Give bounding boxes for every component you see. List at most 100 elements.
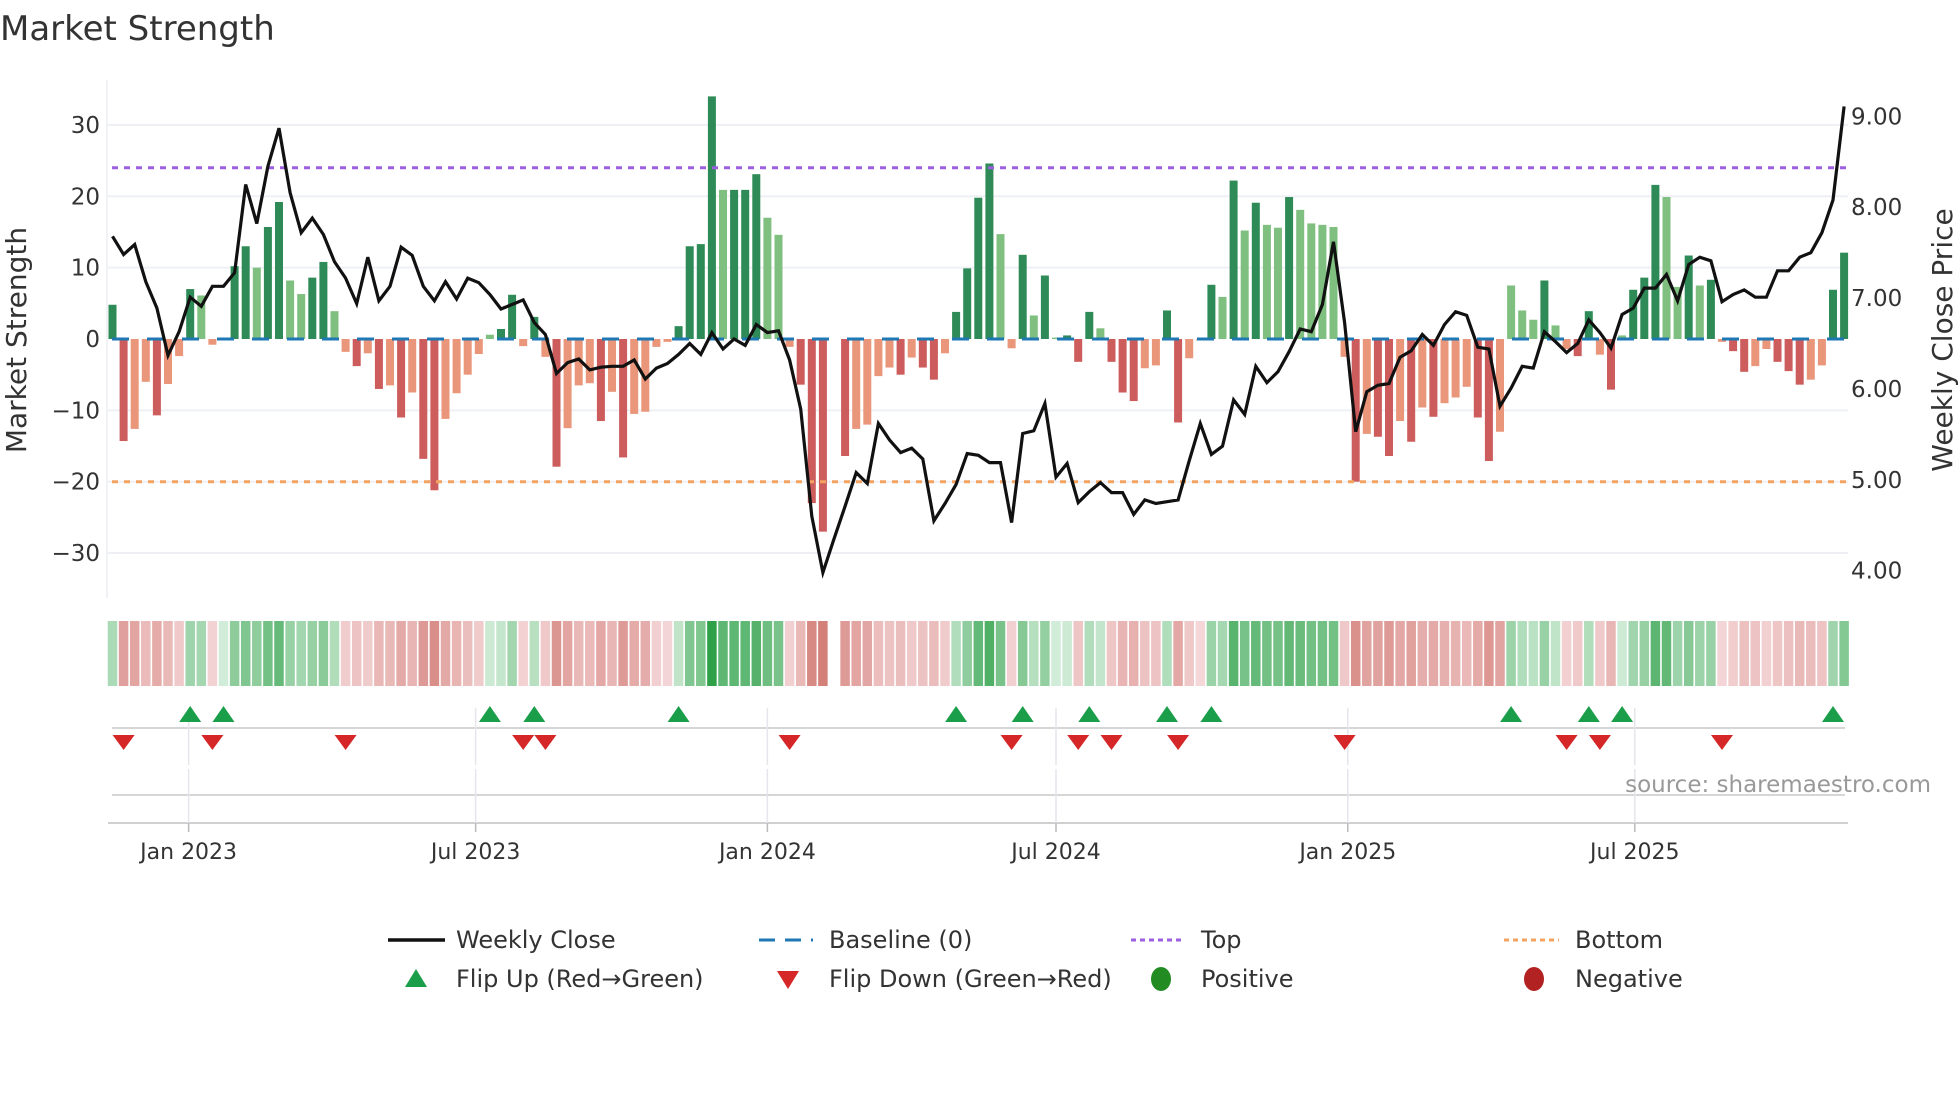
heat-cell bbox=[1284, 621, 1294, 686]
negative-bar bbox=[630, 339, 639, 414]
legend-bottom[interactable]: Bottom bbox=[1575, 926, 1663, 954]
heat-cell bbox=[1040, 621, 1050, 686]
legend-baseline[interactable]: Baseline (0) bbox=[829, 926, 972, 954]
heat-cell bbox=[929, 621, 939, 686]
heat-cell bbox=[518, 621, 528, 686]
heat-cell bbox=[1595, 621, 1605, 686]
heat-cell bbox=[129, 621, 140, 686]
heat-cell bbox=[1017, 621, 1028, 686]
heat-cell bbox=[174, 621, 184, 686]
heat-cell bbox=[185, 621, 195, 686]
heat-cell bbox=[496, 621, 506, 686]
negative-bar bbox=[1151, 339, 1160, 366]
negative-bar bbox=[885, 339, 894, 368]
legend-flip-down[interactable]: Flip Down (Green→Red) bbox=[829, 965, 1112, 993]
positive-bar bbox=[752, 174, 761, 339]
heat-cell bbox=[1273, 621, 1283, 686]
heat-cell bbox=[152, 621, 162, 686]
heat-cell bbox=[385, 621, 395, 686]
legend-positive-icon bbox=[1151, 967, 1171, 991]
heat-cell bbox=[229, 621, 240, 686]
negative-bar bbox=[1751, 339, 1760, 367]
legend-top[interactable]: Top bbox=[1200, 926, 1242, 954]
legend-flip-up-icon bbox=[405, 969, 427, 987]
flip-up-marker bbox=[667, 706, 690, 722]
negative-bar bbox=[1795, 339, 1804, 385]
heat-cell bbox=[1672, 621, 1683, 686]
flip-down-marker bbox=[112, 735, 135, 750]
x-tick-label: Jul 2025 bbox=[1588, 840, 1680, 865]
positive-bar bbox=[263, 226, 272, 339]
heat-cell bbox=[252, 621, 262, 686]
heat-cell bbox=[1617, 621, 1627, 686]
heat-cell bbox=[1683, 621, 1694, 686]
heat-cell bbox=[1162, 621, 1172, 686]
positive-bar bbox=[1229, 180, 1238, 339]
heat-cell bbox=[240, 621, 251, 686]
positive-bar bbox=[1518, 310, 1527, 339]
negative-bar bbox=[1129, 339, 1138, 402]
flip-down-marker bbox=[512, 735, 535, 750]
negative-bar bbox=[1806, 339, 1815, 380]
positive-bar bbox=[1285, 197, 1294, 339]
heat-cell bbox=[1550, 621, 1561, 686]
heat-cell bbox=[773, 621, 784, 686]
y2-tick-label: 4.00 bbox=[1851, 559, 1902, 585]
heat-cell bbox=[884, 621, 895, 686]
heat-cell bbox=[1151, 621, 1161, 686]
flip-down-marker bbox=[1067, 735, 1090, 750]
y-tick-label: 20 bbox=[71, 184, 100, 210]
heat-cell bbox=[407, 621, 417, 686]
heat-cell bbox=[585, 621, 595, 686]
negative-bar bbox=[585, 339, 594, 384]
negative-bar bbox=[1429, 339, 1438, 417]
positive-bar bbox=[319, 261, 328, 339]
flip-down-marker bbox=[534, 735, 557, 750]
negative-bar bbox=[1385, 339, 1393, 457]
heat-cell bbox=[640, 621, 651, 686]
heat-cell bbox=[418, 621, 429, 686]
positive-bar bbox=[1207, 284, 1216, 339]
heat-cell bbox=[1783, 621, 1794, 686]
heat-cell bbox=[1506, 621, 1516, 686]
legend-flip-down-icon bbox=[777, 971, 799, 989]
heat-cell bbox=[1439, 621, 1450, 686]
market-strength-chart: Market Strength 30 20 10 0 −10 −20 −30 9.00 8.0… bbox=[0, 9, 1959, 993]
heat-cell bbox=[1661, 621, 1672, 686]
positive-bar bbox=[1274, 227, 1282, 339]
positive-bar bbox=[1240, 230, 1249, 339]
legend-positive[interactable]: Positive bbox=[1201, 965, 1294, 993]
negative-bar bbox=[430, 339, 439, 491]
negative-bar bbox=[596, 339, 605, 422]
negative-bar bbox=[130, 339, 139, 429]
legend-negative[interactable]: Negative bbox=[1575, 965, 1683, 993]
negative-bar bbox=[1462, 339, 1471, 387]
flip-down-marker bbox=[778, 735, 801, 750]
negative-bar bbox=[441, 339, 450, 419]
heat-cell bbox=[1528, 621, 1539, 686]
heat-cell bbox=[1251, 621, 1261, 686]
heat-cell bbox=[1128, 621, 1139, 686]
heat-cell bbox=[629, 621, 639, 686]
legend-weekly-close[interactable]: Weekly Close bbox=[456, 926, 616, 954]
heat-cell bbox=[840, 621, 850, 686]
positive-bar bbox=[108, 304, 117, 339]
heat-cell bbox=[1206, 621, 1217, 686]
negative-bar bbox=[818, 339, 827, 532]
heat-cell bbox=[1006, 621, 1017, 686]
positive-bar bbox=[1251, 202, 1260, 339]
negative-bar bbox=[397, 339, 406, 418]
heat-cell bbox=[573, 621, 584, 686]
legend-flip-up[interactable]: Flip Up (Red→Green) bbox=[456, 965, 704, 993]
heat-cell bbox=[340, 621, 351, 686]
heat-cell bbox=[1395, 621, 1405, 686]
heat-cell bbox=[1539, 621, 1550, 686]
negative-bar bbox=[452, 339, 461, 394]
heat-cell bbox=[351, 621, 362, 686]
heat-cell bbox=[962, 621, 972, 686]
positive-bar bbox=[297, 294, 306, 339]
heat-cell bbox=[684, 621, 695, 686]
positive-bar bbox=[308, 277, 317, 339]
negative-bar bbox=[1451, 339, 1460, 398]
heat-cell bbox=[363, 621, 373, 686]
